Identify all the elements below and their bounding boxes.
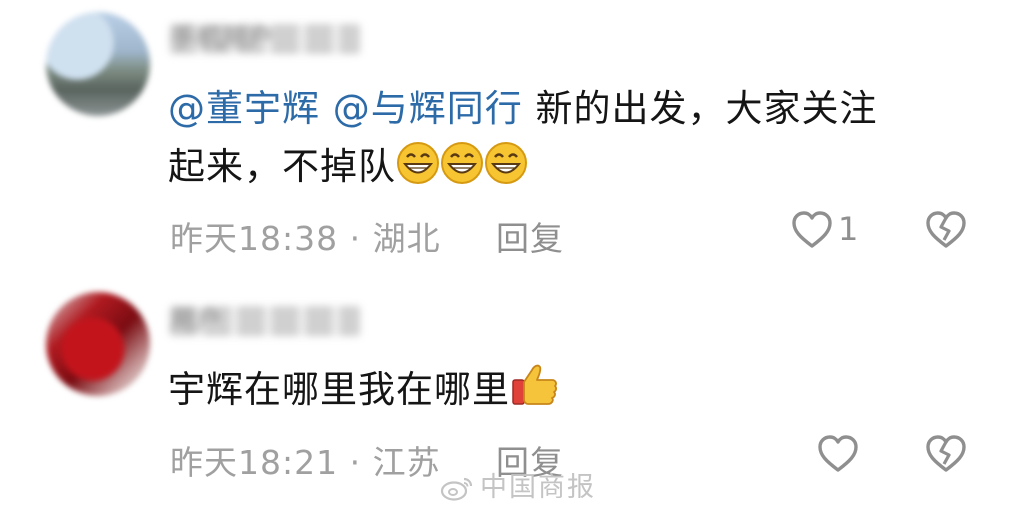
comment-meta: 昨天18:21 · 江苏 <box>170 436 441 484</box>
broken-heart-icon <box>926 211 966 248</box>
comment-text-line1: 新的出发，大家关注 <box>535 87 878 130</box>
comment-meta: 昨天18:38 · 湖北 <box>170 212 441 260</box>
watermark: 中国商报 <box>440 470 596 506</box>
comment-text-line1: 宇辉在哪里我在哪里 <box>168 368 510 411</box>
meta-separator: · <box>349 219 362 258</box>
reply-button[interactable]: 回复 <box>496 212 564 260</box>
comment-text: 宇辉在哪里我在哪里 <box>168 360 988 425</box>
comment-item: 手机用户 @董宇辉 @与辉同行 新的出发，大家关注 起来，不掉队 昨天18:38… <box>0 0 1024 262</box>
comment-location: 湖北 <box>372 219 441 258</box>
thumbs-up-icon <box>510 360 560 425</box>
like-button[interactable]: 1 <box>790 206 860 254</box>
dislike-button[interactable] <box>924 430 970 478</box>
avatar[interactable] <box>46 292 150 396</box>
comment-time: 昨天18:38 <box>170 219 339 258</box>
like-button[interactable] <box>816 430 886 478</box>
mention-link[interactable]: @与辉同行 <box>333 87 523 130</box>
heart-icon <box>818 435 858 472</box>
avatar[interactable] <box>46 12 150 116</box>
mention-link[interactable]: @董宇辉 <box>168 87 320 130</box>
like-count: 1 <box>838 210 859 248</box>
meta-separator: · <box>349 443 362 482</box>
grinning-face-icon <box>396 141 440 202</box>
weibo-logo-icon <box>440 477 473 501</box>
broken-heart-icon <box>926 435 966 472</box>
dislike-button[interactable] <box>924 206 970 254</box>
comment-time: 昨天18:21 <box>170 443 339 482</box>
username[interactable]: 手机用户 <box>170 24 360 54</box>
comment-location: 江苏 <box>372 443 441 482</box>
watermark-text: 中国商报 <box>480 472 596 503</box>
username[interactable]: 用户 <box>170 306 360 336</box>
grinning-face-icon <box>484 141 528 202</box>
grinning-face-icon <box>440 141 484 202</box>
comment-text: @董宇辉 @与辉同行 新的出发，大家关注 起来，不掉队 <box>168 80 988 202</box>
heart-icon <box>792 211 832 248</box>
comment-text-line2: 起来，不掉队 <box>168 145 396 188</box>
